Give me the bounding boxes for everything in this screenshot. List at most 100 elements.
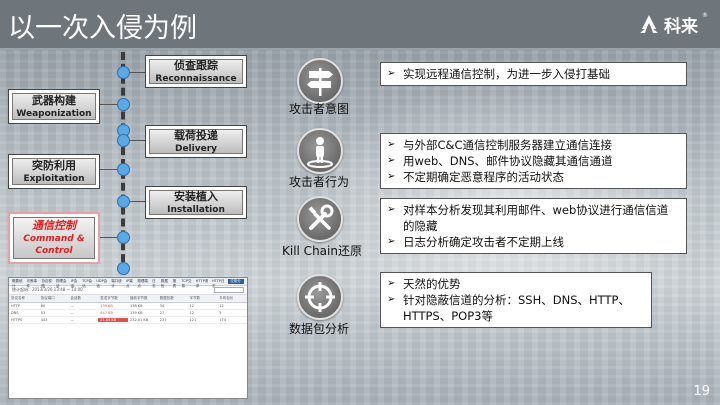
stage-reconnaissance: 侦查跟踪 Reconnaissance xyxy=(145,55,247,88)
table-cell: DNS xyxy=(11,311,19,315)
slide-title: 以一次入侵为例 xyxy=(8,13,197,44)
menu-tab-selected: 应用分析 xyxy=(228,279,244,288)
stage-en-label: Installation xyxy=(167,204,225,215)
menu-tab: TCP交易 xyxy=(181,279,192,288)
table-cell: 12 xyxy=(189,304,194,308)
stage-en-label-2: Control xyxy=(35,246,73,256)
timeline-dot xyxy=(117,262,130,275)
timeline-dot xyxy=(117,98,130,111)
slide-header: 以一次入侵为例 科来 ® xyxy=(0,0,720,48)
menu-tab: 日志 xyxy=(152,279,156,288)
table-cell: 21.84 KB xyxy=(98,318,128,322)
tools-icon-svg xyxy=(308,204,334,230)
stage-en-label: Exploitation xyxy=(23,173,85,184)
column-header: 字节数 xyxy=(189,296,201,300)
menu-tab: 物理端点 xyxy=(137,279,148,288)
table-cell: 27 xyxy=(159,311,165,315)
row-label-intent: 攻击者意图 xyxy=(289,102,350,116)
bullet-text: 用web、DNS、邮件协议隐藏其通信通道 xyxy=(403,154,613,168)
bullet-text: 日志分析确定攻击者不定期上线 xyxy=(403,235,564,249)
screenshot-table-header: 协议名称 协议端口 会话数 发送字节数 接收字节数 数据包数 字节数 平均包长 xyxy=(9,295,247,303)
screenshot-search-box xyxy=(214,287,244,293)
arrow-bullet-icon: ➢ xyxy=(387,68,396,79)
timeline-dot xyxy=(117,195,130,208)
stage-cn-label: 武器构建 xyxy=(32,93,76,107)
column-header: 协议端口 xyxy=(40,296,55,300)
menu-tab: 概要统计 xyxy=(12,279,23,288)
menu-tab: 报表 xyxy=(172,279,177,288)
menu-tab: IP会话 xyxy=(70,279,78,288)
toolbar-text: 统计起始：2013/3/26 13:48 ~ 14:00 xyxy=(12,287,83,292)
row-label-packet: 数据包分析 xyxy=(289,322,350,336)
stage-cn-label: 通信控制 xyxy=(32,219,76,232)
menu-tab: 数据包 xyxy=(160,279,168,288)
table-cell: 121 xyxy=(189,318,197,322)
table-cell: — xyxy=(70,318,75,322)
bullet-text: 实现远程通信控制，为进一步入侵打基础 xyxy=(403,67,610,81)
page-number: 19 xyxy=(693,384,710,399)
bullet-item: ➢ 不定期确定恶意程序的活动状态 xyxy=(387,169,678,185)
menu-tab: IP端点 xyxy=(125,279,133,288)
screenshot-menubar: 概要统计 诊断事件 协议视图 物理会话 IP会话 TCP会话 UDP会话 端口统… xyxy=(9,278,247,288)
arrow-bullet-icon: ➢ xyxy=(387,139,396,150)
row-label-behavior: 攻击者行为 xyxy=(289,175,350,189)
packet-text-box: ➢ 天然的优势 ➢ 针对隐蔽信道的分析：SSH、DNS、HTTP、HTTPS、POP… xyxy=(380,272,652,328)
menu-tab: 协议视图 xyxy=(41,279,52,288)
stage-weaponization: 武器构建 Weaponization xyxy=(8,89,100,124)
column-header: 协议名称 xyxy=(11,296,25,300)
stage-en-label: Command & xyxy=(23,234,85,244)
table-row: DNS 53 — 847 KB 139 KB 27 12 5 xyxy=(9,310,247,317)
behavior-text-box: ➢ 与外部C&C通信控制服务器建立通信连接 ➢ 用web、DNS、邮件协议隐藏其通信… xyxy=(380,133,687,189)
menu-tab: HTTP请求 xyxy=(195,279,209,288)
logo-mark-icon xyxy=(640,15,658,33)
crosshair-icon-svg xyxy=(305,282,335,312)
bullet-item: ➢ 用web、DNS、邮件协议隐藏其通信通道 xyxy=(387,153,678,169)
table-cell: 174 xyxy=(219,318,226,322)
table-cell: 53 xyxy=(40,311,46,315)
table-cell: — xyxy=(70,304,75,308)
bullet-item: ➢ 针对隐蔽信道的分析：SSH、DNS、HTTP、HTTPS、POP3等 xyxy=(387,292,643,324)
stage-en-label: Weaponization xyxy=(16,108,92,119)
table-cell: — xyxy=(70,311,75,315)
column-header: 平均包长 xyxy=(219,296,234,300)
bullet-item: ➢ 实现远程通信控制，为进一步入侵打基础 xyxy=(387,66,678,82)
menu-tab: 物理会话 xyxy=(55,279,67,288)
stage-en-label: Delivery xyxy=(174,143,218,154)
table-cell: 34 xyxy=(159,304,165,308)
arrow-bullet-icon: ➢ xyxy=(387,204,396,215)
table-cell: 232.01 KB xyxy=(130,318,149,322)
column-header: 数据包数 xyxy=(159,296,174,300)
table-cell: HTTPS xyxy=(11,318,23,322)
column-header: 会话数 xyxy=(70,296,82,300)
bullet-text: 对样本分析发现其利用邮件、web协议进行通信信道的隐藏 xyxy=(403,203,669,233)
timeline-dot xyxy=(117,134,130,147)
bullet-text: 针对隐蔽信道的分析：SSH、DNS、HTTP、HTTPS、POP3等 xyxy=(403,293,630,323)
arrow-bullet-icon: ➢ xyxy=(387,294,396,305)
table-cell: 138 KB xyxy=(130,304,143,308)
stage-cn-label: 侦查跟踪 xyxy=(174,58,218,72)
menu-tab: 端口统计 xyxy=(111,279,122,288)
table-row: HTTP 80 — 139 KB 138 KB 34 12 12 xyxy=(9,303,247,310)
arrow-bullet-icon: ➢ xyxy=(387,171,396,182)
stage-installation: 安装植入 Installation xyxy=(145,186,247,219)
menu-tab: TCP会话 xyxy=(82,279,93,288)
table-cell: HTTP xyxy=(11,304,20,308)
stage-cn-label: 安装植入 xyxy=(174,189,218,203)
table-cell: 237 xyxy=(159,318,167,322)
table-cell: 139 KB xyxy=(130,311,143,315)
person-pin-icon-svg xyxy=(307,137,333,168)
bullet-item: ➢ 对样本分析发现其利用邮件、web协议进行通信信道的隐藏 xyxy=(387,202,678,234)
arrow-bullet-icon: ➢ xyxy=(387,236,396,247)
timeline-dot xyxy=(117,231,130,244)
column-header: 发送字节数 xyxy=(100,296,118,300)
arrow-bullet-icon: ➢ xyxy=(387,155,396,166)
table-cell: 139 KB xyxy=(100,304,113,308)
timeline-dot xyxy=(117,163,130,176)
menu-tab: HTTP日志 xyxy=(212,279,225,288)
person-pin-icon xyxy=(297,128,343,174)
bullet-text: 不定期确定恶意程序的活动状态 xyxy=(403,170,564,184)
intent-text-box: ➢ 实现远程通信控制，为进一步入侵打基础 xyxy=(380,62,687,86)
bullet-text: 天然的优势 xyxy=(403,277,461,291)
killchain-text-box: ➢ 对样本分析发现其利用邮件、web协议进行通信信道的隐藏 ➢ 日志分析确定攻击者不… xyxy=(380,198,687,254)
app-screenshot: 概要统计 诊断事件 协议视图 物理会话 IP会话 TCP会话 UDP会话 端口统… xyxy=(8,277,248,399)
